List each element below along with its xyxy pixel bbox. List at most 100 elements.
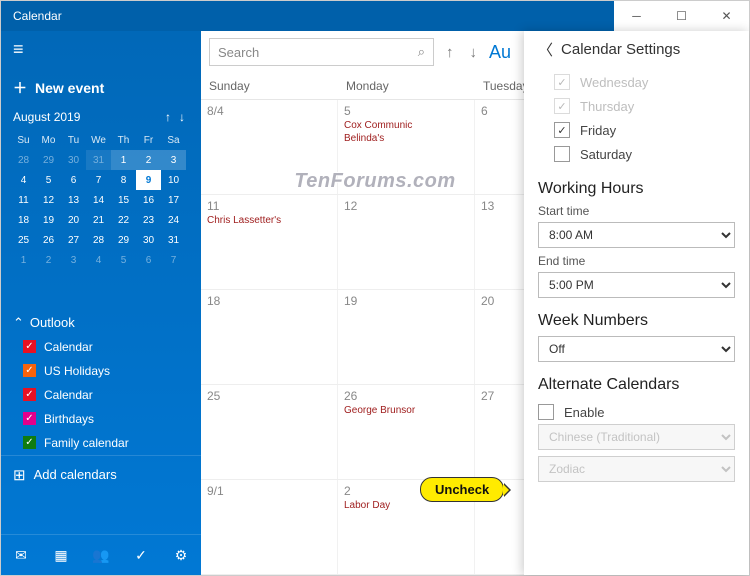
mini-day-cell[interactable]: 2 bbox=[36, 250, 61, 270]
mini-day-cell[interactable]: 2 bbox=[136, 150, 161, 170]
day-cell[interactable]: 8/4 bbox=[201, 100, 338, 194]
day-cell[interactable]: 25 bbox=[201, 385, 338, 479]
event-item[interactable]: Belinda's bbox=[344, 133, 468, 144]
mini-prev-icon[interactable]: ↑ bbox=[161, 110, 175, 124]
mini-day-cell[interactable]: 12 bbox=[36, 190, 61, 210]
day-cell[interactable]: 12 bbox=[338, 195, 475, 289]
workday-label: Thursday bbox=[580, 99, 634, 114]
workday-row: Saturday bbox=[538, 142, 735, 166]
calendar-item[interactable]: ✓Calendar bbox=[1, 383, 201, 407]
mini-day-cell[interactable]: 21 bbox=[86, 210, 111, 230]
mini-day-cell[interactable]: 24 bbox=[161, 210, 186, 230]
mini-day-cell[interactable]: 1 bbox=[111, 150, 136, 170]
start-time-select[interactable]: 8:00 AM bbox=[538, 222, 735, 248]
calendar-checkbox[interactable]: ✓ bbox=[23, 340, 36, 353]
back-icon[interactable]: 〈 bbox=[538, 39, 553, 60]
minimize-button[interactable]: ─ bbox=[614, 1, 659, 31]
mini-next-icon[interactable]: ↓ bbox=[175, 110, 189, 124]
calendar-checkbox[interactable]: ✓ bbox=[23, 364, 36, 377]
day-cell[interactable]: 9/1 bbox=[201, 480, 338, 574]
day-cell[interactable]: 5Cox CommunicBelinda's bbox=[338, 100, 475, 194]
day-cell[interactable]: 26George Brunsor bbox=[338, 385, 475, 479]
day-cell[interactable]: 18 bbox=[201, 290, 338, 384]
mini-day-cell[interactable]: 18 bbox=[11, 210, 36, 230]
account-outlook[interactable]: ⌃ Outlook bbox=[1, 305, 201, 335]
calendar-item[interactable]: ✓Birthdays bbox=[1, 407, 201, 431]
search-input[interactable]: Search ⌕ bbox=[209, 38, 434, 66]
maximize-button[interactable]: ☐ bbox=[659, 1, 704, 31]
day-cell[interactable]: 11 Chris Lassetter's bbox=[201, 195, 338, 289]
mini-day-cell[interactable]: 5 bbox=[111, 250, 136, 270]
mini-day-cell[interactable]: 7 bbox=[161, 250, 186, 270]
mini-day-cell[interactable]: 11 bbox=[11, 190, 36, 210]
calendar-checkbox[interactable]: ✓ bbox=[23, 412, 36, 425]
settings-icon[interactable]: ⚙ bbox=[161, 541, 201, 569]
event-item[interactable]: George Brunsor bbox=[344, 405, 468, 416]
mini-day-cell[interactable]: 14 bbox=[86, 190, 111, 210]
alternate-language-select: Chinese (Traditional) bbox=[538, 424, 735, 450]
mini-day-cell[interactable]: 30 bbox=[61, 150, 86, 170]
day-number: 11 bbox=[207, 199, 331, 213]
mini-day-cell[interactable]: 22 bbox=[111, 210, 136, 230]
mini-day-cell[interactable]: 30 bbox=[136, 230, 161, 250]
mini-day-cell[interactable]: 10 bbox=[161, 170, 186, 190]
mini-day-cell[interactable]: 23 bbox=[136, 210, 161, 230]
mini-day-cell[interactable]: 5 bbox=[36, 170, 61, 190]
add-calendars-button[interactable]: ⊞ Add calendars bbox=[1, 455, 201, 494]
calendar-icon[interactable]: ▦ bbox=[41, 541, 81, 569]
mini-day-cell[interactable]: 1 bbox=[11, 250, 36, 270]
day-cell[interactable]: 19 bbox=[338, 290, 475, 384]
mini-day-cell[interactable]: 9 bbox=[136, 170, 161, 190]
calendar-checkbox[interactable]: ✓ bbox=[23, 436, 36, 449]
calendar-checkbox[interactable]: ✓ bbox=[23, 388, 36, 401]
week-numbers-select[interactable]: Off bbox=[538, 336, 735, 362]
hamburger-icon[interactable]: ≡ bbox=[13, 39, 24, 59]
todo-icon[interactable]: ✓ bbox=[121, 541, 161, 569]
calendar-item[interactable]: ✓Family calendar bbox=[1, 431, 201, 455]
mini-day-cell[interactable]: 29 bbox=[111, 230, 136, 250]
prev-month-icon[interactable]: ↑ bbox=[442, 44, 458, 61]
mini-day-cell[interactable]: 15 bbox=[111, 190, 136, 210]
account-label: Outlook bbox=[30, 315, 75, 330]
mini-day-cell[interactable]: 29 bbox=[36, 150, 61, 170]
mini-day-cell[interactable]: 6 bbox=[136, 250, 161, 270]
mini-day-cell[interactable]: 13 bbox=[61, 190, 86, 210]
workday-checkbox[interactable] bbox=[554, 146, 570, 162]
people-icon[interactable]: 👥 bbox=[81, 541, 121, 569]
workday-row: ✓Wednesday bbox=[538, 70, 735, 94]
mini-day-cell[interactable]: 28 bbox=[86, 230, 111, 250]
mini-day-cell[interactable]: 25 bbox=[11, 230, 36, 250]
calendar-item[interactable]: ✓Calendar bbox=[1, 335, 201, 359]
mini-day-cell[interactable]: 8 bbox=[111, 170, 136, 190]
mini-day-cell[interactable]: 31 bbox=[86, 150, 111, 170]
mini-day-header: Sa bbox=[161, 130, 186, 150]
app-title: Calendar bbox=[13, 9, 62, 23]
event-item[interactable]: Cox Communic bbox=[344, 120, 468, 131]
start-time-label: Start time bbox=[538, 204, 735, 218]
mini-day-cell[interactable]: 19 bbox=[36, 210, 61, 230]
end-time-select[interactable]: 5:00 PM bbox=[538, 272, 735, 298]
next-month-icon[interactable]: ↓ bbox=[466, 44, 482, 61]
close-button[interactable]: ✕ bbox=[704, 1, 749, 31]
mini-day-cell[interactable]: 27 bbox=[61, 230, 86, 250]
enable-alternate-checkbox[interactable] bbox=[538, 404, 554, 420]
calendar-item[interactable]: ✓US Holidays bbox=[1, 359, 201, 383]
settings-title: Calendar Settings bbox=[561, 41, 680, 58]
mini-day-cell[interactable]: 3 bbox=[161, 150, 186, 170]
mini-day-cell[interactable]: 7 bbox=[86, 170, 111, 190]
mini-day-cell[interactable]: 28 bbox=[11, 150, 36, 170]
mail-icon[interactable]: ✉ bbox=[1, 541, 41, 569]
mini-day-cell[interactable]: 3 bbox=[61, 250, 86, 270]
mini-day-cell[interactable]: 31 bbox=[161, 230, 186, 250]
week-numbers-title: Week Numbers bbox=[538, 312, 735, 330]
new-event-button[interactable]: ＋ New event bbox=[1, 68, 201, 108]
mini-day-cell[interactable]: 16 bbox=[136, 190, 161, 210]
mini-day-cell[interactable]: 17 bbox=[161, 190, 186, 210]
event-item[interactable]: Chris Lassetter's bbox=[207, 215, 331, 226]
mini-day-cell[interactable]: 26 bbox=[36, 230, 61, 250]
workday-checkbox[interactable]: ✓ bbox=[554, 122, 570, 138]
mini-day-cell[interactable]: 4 bbox=[11, 170, 36, 190]
mini-day-cell[interactable]: 6 bbox=[61, 170, 86, 190]
mini-day-cell[interactable]: 20 bbox=[61, 210, 86, 230]
mini-day-cell[interactable]: 4 bbox=[86, 250, 111, 270]
